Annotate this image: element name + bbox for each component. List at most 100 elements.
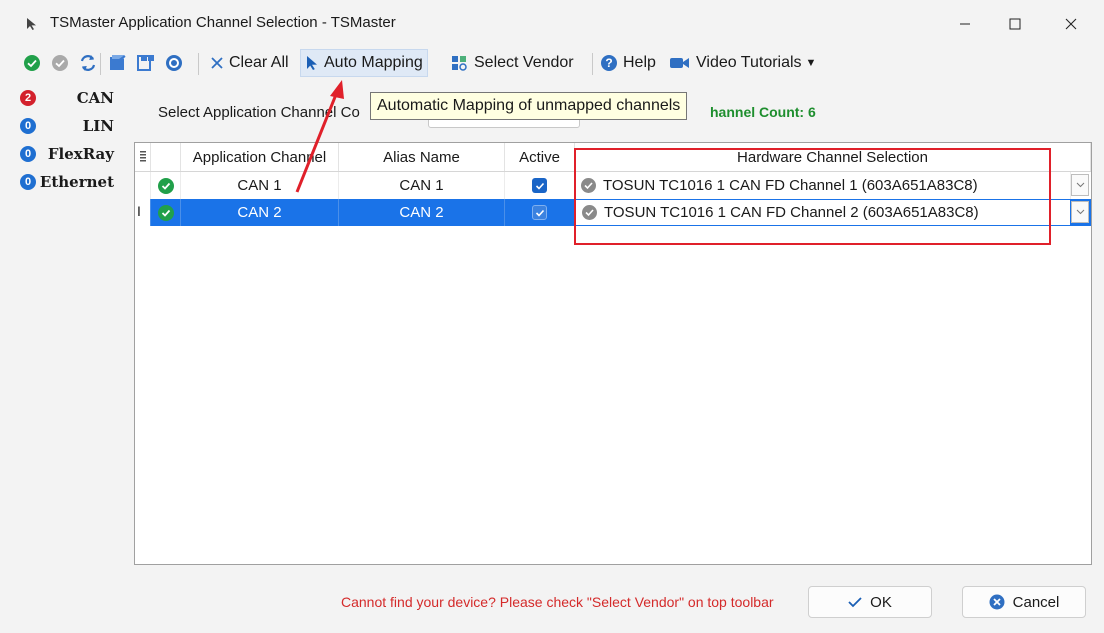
chevron-down-icon	[1076, 209, 1084, 215]
row-indicator: I	[135, 199, 151, 226]
toolbar-separator	[198, 53, 199, 75]
channel-count-label: Select Application Channel Co	[158, 104, 360, 121]
hardware-channel-count: hannel Count: 6	[710, 104, 816, 120]
clear-all-label: Clear All	[229, 54, 289, 71]
checkmark-icon	[535, 209, 544, 217]
gray-check-circle-icon	[582, 205, 597, 220]
refresh-button[interactable]	[76, 49, 100, 77]
application-channel-cell: CAN 2	[181, 199, 339, 226]
bus-item-ethernet[interactable]: 0 Ethernet	[14, 168, 126, 196]
flexray-count-badge: 0	[20, 146, 36, 162]
chevron-down-icon	[1076, 182, 1084, 188]
bus-item-can[interactable]: 2 CAN	[14, 84, 126, 112]
vendor-hint-text: Cannot find your device? Please check "S…	[341, 594, 774, 610]
bus-item-flexray[interactable]: 0 FlexRay	[14, 140, 126, 168]
can-count-badge: 2	[20, 90, 36, 106]
bus-label: FlexRay	[47, 145, 114, 163]
hardware-channel-dropdown[interactable]	[1071, 174, 1089, 196]
table-header: Application Channel Alias Name Active Ha…	[135, 143, 1091, 172]
export-button[interactable]	[134, 49, 158, 77]
export-icon	[137, 55, 154, 71]
column-menu-icon	[139, 151, 146, 162]
bus-label: Ethernet	[39, 173, 114, 191]
import-button[interactable]	[106, 49, 130, 77]
vendor-grid-icon	[452, 56, 467, 71]
hardware-channel-text: TOSUN TC1016 1 CAN FD Channel 1 (603A651…	[603, 177, 978, 194]
svg-text:?: ?	[605, 56, 612, 70]
window-title: TSMaster Application Channel Selection -…	[50, 14, 396, 31]
alias-name-cell[interactable]: CAN 1	[339, 172, 505, 199]
select-vendor-button[interactable]: Select Vendor	[451, 49, 574, 77]
apply-button[interactable]	[20, 49, 44, 77]
auto-mapping-tooltip: Automatic Mapping of unmapped channels	[370, 92, 688, 120]
hardware-channel-dropdown[interactable]	[1071, 201, 1089, 223]
channel-mapping-table: Application Channel Alias Name Active Ha…	[134, 142, 1092, 565]
status-column-header	[151, 143, 181, 171]
cursor-icon	[307, 56, 317, 70]
minimize-icon	[960, 23, 970, 25]
auto-mapping-button[interactable]: Auto Mapping	[300, 49, 428, 77]
cancel-icon	[989, 594, 1005, 610]
channel-selection-window: TSMaster Application Channel Selection -…	[0, 0, 1104, 633]
video-tutorials-button[interactable]: Video Tutorials ▼	[669, 49, 816, 77]
table-row[interactable]: CAN 1 CAN 1 TOSUN TC1016 1 CAN FD Channe…	[135, 172, 1091, 199]
status-cell	[151, 172, 181, 199]
hardware-channel-text: TOSUN TC1016 1 CAN FD Channel 2 (603A651…	[604, 204, 979, 221]
minimize-button[interactable]	[940, 8, 990, 40]
chevron-down-icon: ▼	[805, 57, 817, 69]
active-cell	[505, 199, 575, 226]
help-label: Help	[623, 54, 656, 71]
checkmark-icon	[848, 596, 862, 608]
help-icon: ?	[601, 55, 617, 71]
active-cell	[505, 172, 575, 199]
close-button[interactable]	[1046, 8, 1096, 40]
video-camera-icon	[670, 58, 689, 68]
cursor-app-icon	[27, 18, 36, 30]
checkmark-icon	[535, 182, 544, 190]
left-edge	[0, 84, 14, 604]
close-icon	[1065, 18, 1077, 30]
active-checkbox[interactable]	[532, 205, 547, 220]
status-cell	[151, 199, 181, 226]
cancel-label: Cancel	[1012, 593, 1060, 611]
check-circle-icon	[157, 177, 174, 194]
bus-label: LIN	[82, 117, 114, 135]
hardware-channel-cell[interactable]: TOSUN TC1016 1 CAN FD Channel 2 (603A651…	[575, 199, 1071, 226]
clear-all-button[interactable]: Clear All	[210, 49, 289, 77]
title-bar: TSMaster Application Channel Selection -…	[0, 0, 1104, 46]
x-icon	[211, 57, 223, 69]
auto-mapping-label: Auto Mapping	[324, 54, 423, 71]
select-vendor-label: Select Vendor	[474, 54, 574, 71]
bus-label: CAN	[76, 89, 114, 107]
hardware-channel-cell[interactable]: TOSUN TC1016 1 CAN FD Channel 1 (603A651…	[575, 172, 1071, 199]
application-channel-header[interactable]: Application Channel	[181, 143, 339, 171]
lin-count-badge: 0	[20, 118, 36, 134]
maximize-button[interactable]	[990, 8, 1040, 40]
gray-check-circle-icon	[52, 55, 68, 71]
cancel-button[interactable]: Cancel	[962, 586, 1086, 618]
row-indicator	[135, 172, 151, 199]
table-row-selected[interactable]: I CAN 2 CAN 2 TOSUN TC1016 1 CAN FD Chan…	[135, 199, 1091, 226]
hardware-channel-header[interactable]: Hardware Channel Selection	[575, 143, 1091, 171]
ok-label: OK	[870, 593, 892, 611]
reset-icon	[166, 55, 182, 71]
alias-name-header[interactable]: Alias Name	[339, 143, 505, 171]
refresh-icon	[80, 55, 96, 71]
active-header[interactable]: Active	[505, 143, 575, 171]
ok-button[interactable]: OK	[808, 586, 932, 618]
maximize-icon	[1009, 18, 1021, 30]
row-menu-header[interactable]	[135, 143, 151, 171]
toolbar-separator	[100, 53, 101, 75]
alias-name-cell[interactable]: CAN 2	[339, 199, 505, 226]
gray-check-circle-icon	[581, 178, 596, 193]
reset-button[interactable]	[162, 49, 186, 77]
bus-item-lin[interactable]: 0 LIN	[14, 112, 126, 140]
ethernet-count-badge: 0	[20, 174, 36, 190]
disabled-check-button[interactable]	[48, 49, 72, 77]
video-tutorials-label: Video Tutorials	[696, 54, 802, 71]
help-button[interactable]: ? Help	[600, 49, 656, 77]
toolbar: Clear All Auto Mapping Select Vendor ? H…	[0, 46, 1104, 80]
text-cursor-icon: I	[137, 203, 141, 219]
active-checkbox[interactable]	[532, 178, 547, 193]
bus-type-list: 2 CAN 0 LIN 0 FlexRay 0 Ethernet	[14, 84, 126, 196]
